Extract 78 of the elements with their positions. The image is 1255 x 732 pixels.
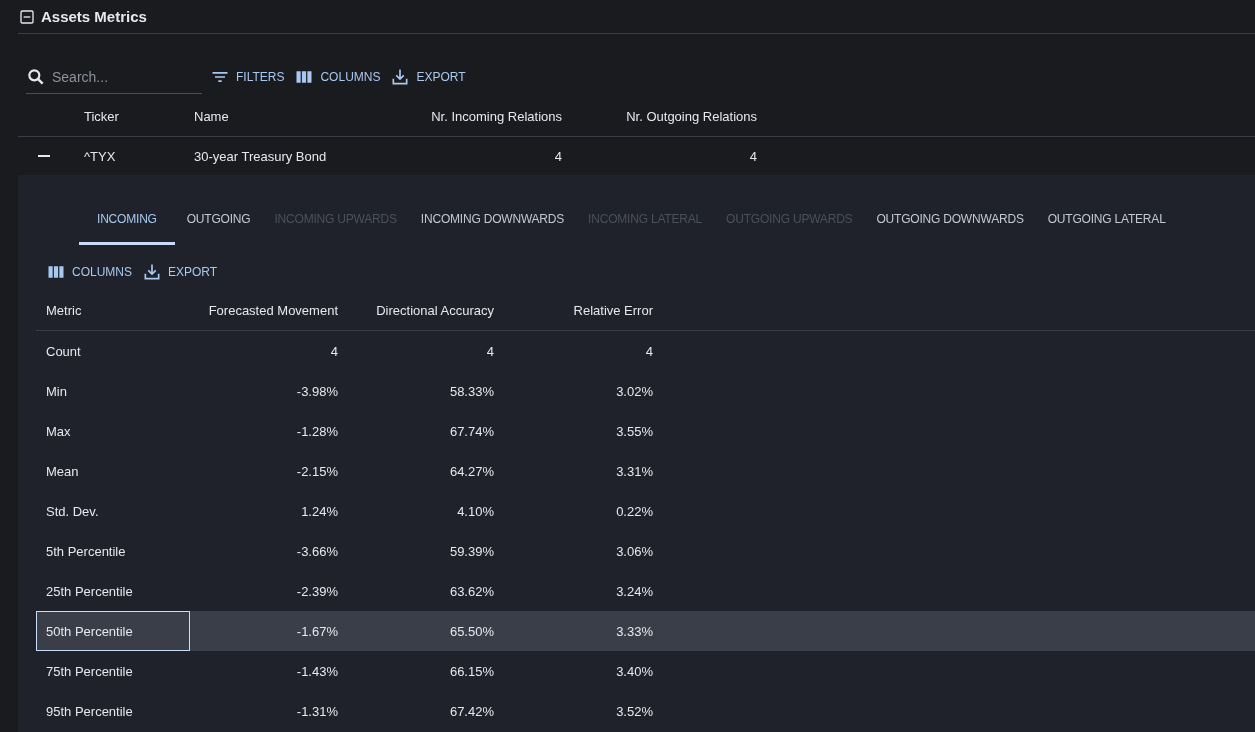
table-cell-text: 0.22% bbox=[615, 502, 654, 521]
table-cell-text: 4 bbox=[485, 342, 495, 361]
table-cell-text: 65.50% bbox=[448, 622, 495, 641]
table-cell-text: 3.33% bbox=[615, 622, 654, 641]
table-cell-text: 95th Percentile bbox=[45, 702, 134, 721]
table-cell-text: -1.31% bbox=[295, 702, 339, 721]
search-icon bbox=[26, 66, 46, 87]
table-cell-text: -1.28% bbox=[295, 422, 339, 441]
columns-button[interactable]: COLUMNS bbox=[44, 260, 134, 284]
table-cell-text: Max bbox=[45, 422, 72, 441]
table-row[interactable]: Count 4 4 4 bbox=[36, 331, 1255, 371]
table-cell-text: 64.27% bbox=[448, 462, 495, 481]
table-row[interactable]: 5th Percentile -3.66% 59.39% 3.06% bbox=[36, 531, 1255, 571]
table-cell-text: 3.52% bbox=[615, 702, 654, 721]
table-cell-text: 67.42% bbox=[448, 702, 495, 721]
column-header[interactable]: Directional Accuracy bbox=[348, 290, 504, 331]
table-cell-text: 63.62% bbox=[448, 582, 495, 601]
table-row[interactable]: 75th Percentile -1.43% 66.15% 3.40% bbox=[36, 651, 1255, 691]
column-header[interactable]: Ticker bbox=[84, 108, 194, 124]
table-cell-text: 3.24% bbox=[615, 582, 654, 601]
table-cell-text: 5th Percentile bbox=[45, 542, 127, 561]
table-cell-text: 3.40% bbox=[615, 662, 654, 681]
table-cell-text: 4 bbox=[644, 342, 654, 361]
export-button[interactable]: EXPORT bbox=[140, 260, 220, 284]
column-header[interactable]: Nr. Incoming Relations bbox=[394, 108, 562, 124]
table-cell-text: -2.39% bbox=[295, 582, 339, 601]
table-cell-text: 3.06% bbox=[615, 542, 654, 561]
table-cell-text: 58.33% bbox=[448, 382, 495, 401]
table-cell-text: 3.55% bbox=[615, 422, 654, 441]
table-cell-text: -2.15% bbox=[295, 462, 339, 481]
columns-button[interactable]: COLUMNS bbox=[292, 65, 383, 89]
table-cell-text: 4.10% bbox=[456, 502, 495, 521]
section-title: Assets Metrics bbox=[41, 8, 147, 25]
table-cell-text: 30-year Treasury Bond bbox=[194, 148, 328, 164]
minus-square-icon[interactable] bbox=[19, 8, 35, 25]
export-button[interactable]: EXPORT bbox=[388, 65, 468, 89]
table-cell-text: 4 bbox=[329, 342, 339, 361]
search-field[interactable]: Search... bbox=[52, 68, 192, 85]
tab[interactable]: INCOMING bbox=[79, 175, 175, 245]
table-cell-text: -1.43% bbox=[295, 662, 339, 681]
table-cell-text: 67.74% bbox=[448, 422, 495, 441]
tab[interactable]: OUTGOING bbox=[174, 175, 263, 245]
download-tray-icon bbox=[142, 262, 162, 282]
table-row[interactable]: 95th Percentile -1.31% 67.42% 3.52% bbox=[36, 691, 1255, 731]
table-cell-text: 4 bbox=[553, 148, 562, 164]
table-row[interactable]: Max -1.28% 67.74% 3.55% bbox=[36, 411, 1255, 451]
selected-row[interactable]: 50th Percentile -1.67% 65.50% 3.33% bbox=[36, 611, 1255, 651]
table-cell-text: 3.31% bbox=[615, 462, 654, 481]
table-cell-text: 3.02% bbox=[615, 382, 654, 401]
table-cell-text: Mean bbox=[45, 462, 80, 481]
table-cell-text: -1.67% bbox=[295, 622, 339, 641]
tab[interactable]: INCOMING DOWNWARDS bbox=[408, 175, 577, 245]
column-header[interactable]: Metric bbox=[36, 290, 190, 331]
column-header[interactable]: Relative Error bbox=[504, 290, 663, 331]
table-cell-text: 4 bbox=[748, 148, 757, 164]
table-cell-text: 25th Percentile bbox=[45, 582, 134, 601]
tab[interactable]: OUTGOING DOWNWARDS bbox=[864, 175, 1036, 245]
table-cell-text: ^TYX bbox=[84, 148, 117, 164]
table-cell-text: 66.15% bbox=[448, 662, 495, 681]
table-cell-text: Std. Dev. bbox=[45, 502, 100, 521]
table-cell-text: -3.98% bbox=[295, 382, 339, 401]
table-cell-text: -3.66% bbox=[295, 542, 339, 561]
table-row[interactable]: Mean -2.15% 64.27% 3.31% bbox=[36, 451, 1255, 491]
table-cell-text: 1.24% bbox=[300, 502, 339, 521]
filter-button[interactable]: FILTERS bbox=[208, 65, 287, 89]
table-cell-text: Min bbox=[45, 382, 68, 401]
column-header[interactable]: Name bbox=[194, 108, 394, 124]
tab[interactable]: OUTGOING LATERAL bbox=[1035, 175, 1178, 245]
table-row[interactable]: Std. Dev. 1.24% 4.10% 0.22% bbox=[36, 491, 1255, 531]
table-cell-text: Count bbox=[45, 342, 82, 361]
table-cell: 50th Percentile bbox=[36, 611, 190, 651]
column-header[interactable]: Nr. Outgoing Relations bbox=[562, 108, 757, 124]
table-cell-text: 59.39% bbox=[448, 542, 495, 561]
column-header[interactable]: Forecasted Movement bbox=[190, 290, 348, 331]
download-tray-icon bbox=[390, 67, 411, 87]
table-row[interactable]: Min -3.98% 58.33% 3.02% bbox=[36, 371, 1255, 411]
table-row[interactable]: 25th Percentile -2.39% 63.62% 3.24% bbox=[36, 571, 1255, 611]
table-cell-text: 75th Percentile bbox=[45, 662, 134, 681]
